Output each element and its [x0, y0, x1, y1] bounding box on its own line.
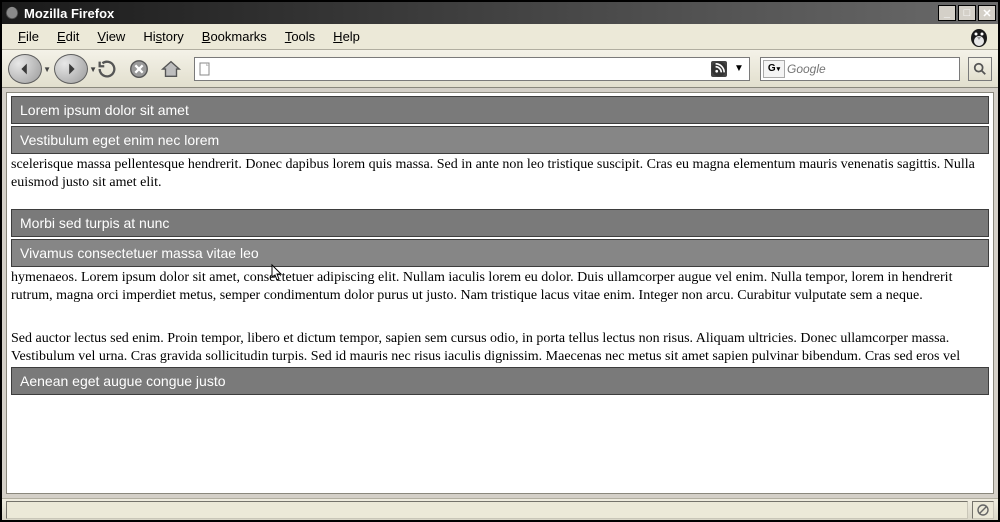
- throbber-icon: [966, 24, 992, 48]
- window-title: Mozilla Firefox: [24, 6, 938, 21]
- accordion-header-5[interactable]: Aenean eget augue congue justo: [11, 367, 989, 395]
- menubar: File Edit View History Bookmarks Tools H…: [2, 24, 998, 50]
- close-button[interactable]: ✕: [978, 5, 996, 21]
- toolbar: ▼ ▼ ▼ G: [2, 50, 998, 88]
- reload-button[interactable]: [94, 56, 120, 82]
- menu-history[interactable]: History: [135, 27, 191, 46]
- search-bar[interactable]: G: [760, 57, 960, 81]
- page-content: Lorem ipsum dolor sit amet Vestibulum eg…: [6, 92, 994, 494]
- url-bar[interactable]: ▼: [194, 57, 750, 81]
- search-engine-selector[interactable]: G: [763, 60, 785, 78]
- body-text-3: Sed auctor lectus sed enim. Proin tempor…: [11, 330, 989, 365]
- home-button[interactable]: [158, 56, 184, 82]
- statusbar: [2, 498, 998, 520]
- titlebar: Mozilla Firefox _ □ ✕: [2, 2, 998, 24]
- menu-help[interactable]: Help: [325, 27, 368, 46]
- body-text-1: scelerisque massa pellentesque hendrerit…: [11, 156, 989, 191]
- accordion-header-2[interactable]: Vestibulum eget enim nec lorem: [11, 126, 989, 154]
- accordion-header-3[interactable]: Morbi sed turpis at nunc: [11, 209, 989, 237]
- body-text-2: hymenaeos. Lorem ipsum dolor sit amet, c…: [11, 269, 989, 304]
- back-button[interactable]: ▼: [8, 54, 42, 84]
- forward-dropdown-icon[interactable]: ▼: [89, 65, 97, 74]
- accordion-header-1[interactable]: Lorem ipsum dolor sit amet: [11, 96, 989, 124]
- back-dropdown-icon[interactable]: ▼: [43, 65, 51, 74]
- stop-button[interactable]: [126, 56, 152, 82]
- status-message: [6, 501, 968, 519]
- url-dropdown-icon[interactable]: ▼: [731, 61, 747, 77]
- browser-window: Mozilla Firefox _ □ ✕ File Edit View His…: [0, 0, 1000, 522]
- window-buttons: _ □ ✕: [938, 5, 996, 21]
- feed-icon[interactable]: [711, 61, 727, 77]
- minimize-button[interactable]: _: [938, 5, 956, 21]
- menu-view[interactable]: View: [89, 27, 133, 46]
- menu-file[interactable]: File: [10, 27, 47, 46]
- status-security-icon: [972, 501, 994, 519]
- accordion-header-4[interactable]: Vivamus consectetuer massa vitae leo: [11, 239, 989, 267]
- url-input[interactable]: [217, 59, 707, 79]
- menu-tools[interactable]: Tools: [277, 27, 323, 46]
- search-input[interactable]: [787, 59, 957, 79]
- firefox-icon: [4, 5, 20, 21]
- search-go-button[interactable]: [968, 57, 992, 81]
- menu-edit[interactable]: Edit: [49, 27, 87, 46]
- menu-bookmarks[interactable]: Bookmarks: [194, 27, 275, 46]
- page-icon: [197, 61, 213, 77]
- maximize-button[interactable]: □: [958, 5, 976, 21]
- forward-button[interactable]: ▼: [54, 54, 88, 84]
